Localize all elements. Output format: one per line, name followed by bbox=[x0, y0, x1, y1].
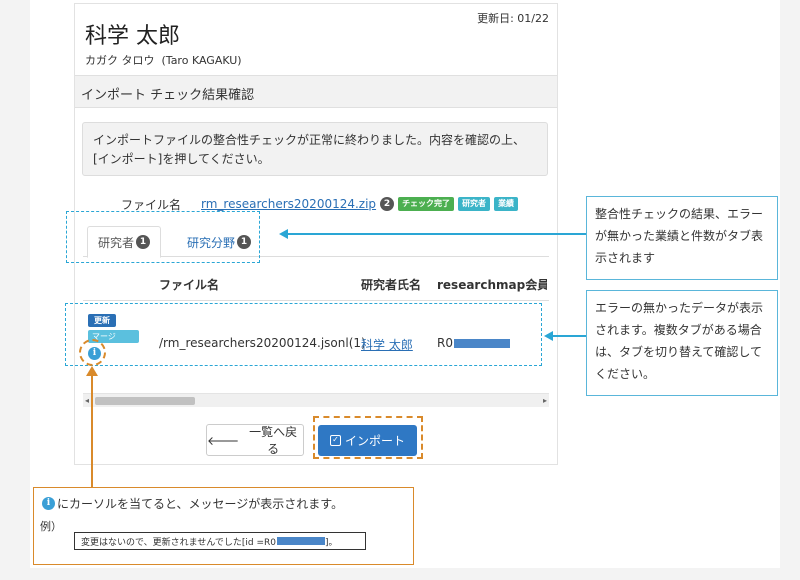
horizontal-scrollbar[interactable]: ◂ ▸ bbox=[83, 393, 549, 407]
data-arrow-line bbox=[552, 335, 586, 337]
tabs-arrow-line bbox=[287, 233, 587, 235]
hover-note: にカーソルを当てると、メッセージが表示されます。 bbox=[57, 496, 344, 511]
tabs-arrow-head bbox=[279, 229, 288, 239]
tooltip-example: 変更はないので、更新されませんでした[id =R0 ]。 bbox=[74, 532, 366, 550]
tabs-highlight-box bbox=[66, 211, 260, 263]
header-member-id: researchmap会員ID bbox=[437, 278, 547, 292]
researcher-roman: (Taro KAGAKU) bbox=[161, 54, 242, 67]
import-highlight-box bbox=[313, 416, 423, 459]
scroll-thumb[interactable] bbox=[95, 397, 195, 405]
table-divider bbox=[83, 300, 549, 301]
data-highlight-box bbox=[65, 303, 542, 366]
info-pointer-head bbox=[86, 366, 98, 376]
achievement-tag: 業績 bbox=[494, 197, 519, 211]
researcher-tag: 研究者 bbox=[458, 197, 491, 211]
success-alert: インポートファイルの整合性チェックが正常に終わりました。内容を確認の上、[インポ… bbox=[82, 122, 548, 176]
arrow-left-icon: 🡐 bbox=[207, 433, 240, 448]
researcher-kana: カガク タロウ (Taro KAGAKU) bbox=[85, 52, 242, 68]
scroll-left-icon[interactable]: ◂ bbox=[85, 396, 89, 405]
tooltip-end: ]。 bbox=[325, 537, 338, 548]
example-label: 例） bbox=[40, 520, 62, 533]
info-highlight-circle bbox=[79, 339, 106, 366]
scroll-right-icon[interactable]: ▸ bbox=[543, 396, 547, 405]
back-to-list-button[interactable]: 🡐 一覧へ戻る bbox=[206, 424, 304, 456]
researcher-kana-text: カガク タロウ bbox=[85, 54, 155, 67]
check-complete-tag: チェック完了 bbox=[398, 197, 455, 211]
header-researcher-name: 研究者氏名 bbox=[361, 278, 422, 292]
tooltip-redaction-mask bbox=[277, 537, 326, 545]
data-callout: エラーの無かったデータが表示されます。複数タブがある場合は、タブを切り替えて確認… bbox=[586, 290, 778, 396]
hover-callout-line: i にカーソルを当てると、メッセージが表示されます。 bbox=[42, 494, 405, 512]
file-label: ファイル名 bbox=[121, 197, 182, 212]
hover-callout: i にカーソルを当てると、メッセージが表示されます。 例） 変更はないので、更新… bbox=[33, 487, 414, 565]
file-link[interactable]: rm_researchers20200124.zip bbox=[201, 197, 376, 211]
updated-date: 更新日: 01/22 bbox=[477, 12, 549, 25]
tooltip-text: 変更はないので、更新されませんでした[id =R0 bbox=[81, 537, 277, 548]
data-arrow-head bbox=[544, 331, 553, 341]
file-count-badge: 2 bbox=[380, 197, 395, 211]
tabs-callout: 整合性チェックの結果、エラーが無かった業績と件数がタブ表示されます bbox=[586, 196, 778, 280]
header-file-name: ファイル名 bbox=[159, 278, 220, 292]
researcher-name: 科学 太郎 bbox=[85, 24, 180, 49]
info-pointer-line bbox=[91, 374, 93, 487]
section-title: インポート チェック結果確認 bbox=[75, 75, 557, 108]
info-icon-example: i bbox=[42, 496, 55, 510]
back-button-label: 一覧へ戻る bbox=[249, 425, 298, 456]
